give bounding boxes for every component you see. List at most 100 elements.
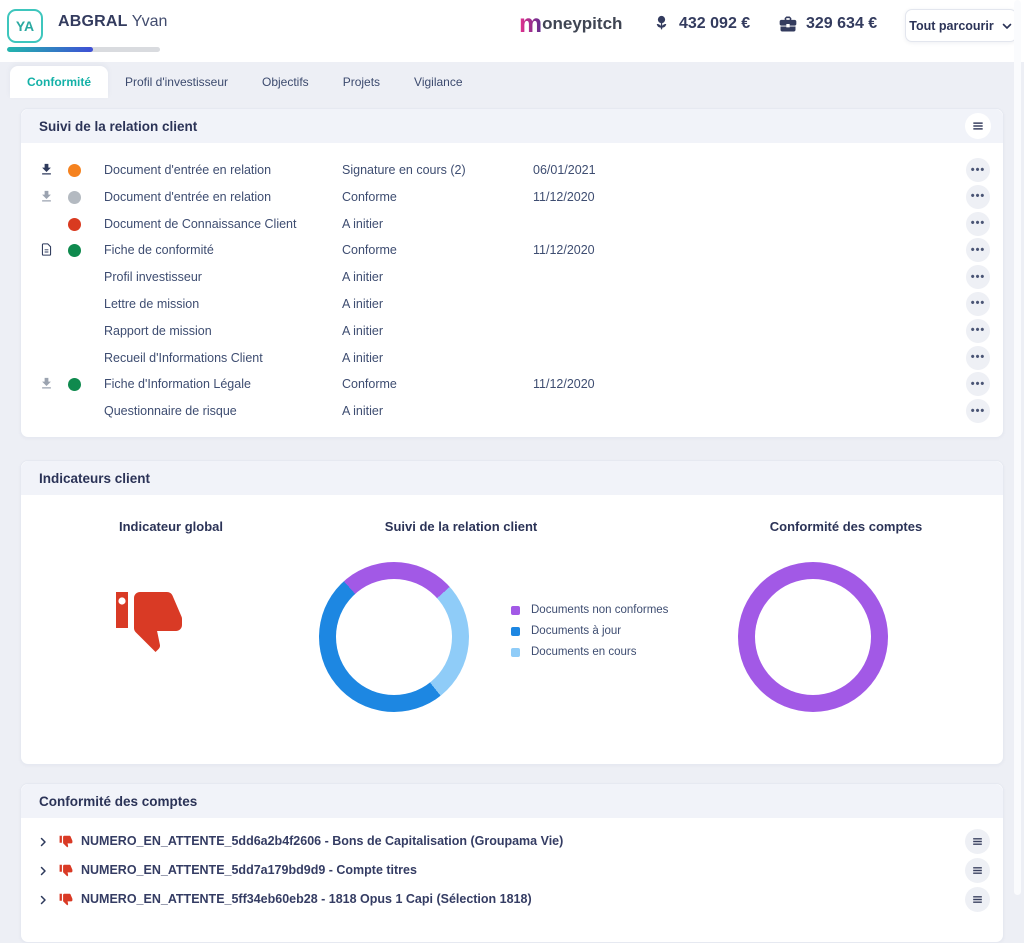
row-actions-button[interactable]: •••	[966, 265, 990, 289]
download-icon[interactable]	[39, 376, 54, 396]
chevron-right-icon[interactable]	[37, 835, 49, 853]
relation-panel: Suivi de la relation client Document d'e…	[20, 108, 1004, 438]
document-label[interactable]: Recueil d'Informations Client	[104, 351, 263, 365]
account-menu-button[interactable]	[965, 858, 990, 883]
document-status: Conforme	[342, 190, 397, 204]
account-menu-button[interactable]	[965, 829, 990, 854]
client-first-name: Yvan	[132, 13, 168, 30]
table-row: Rapport de mission A initier •••	[21, 318, 1003, 345]
legend-label: Documents à jour	[531, 625, 621, 637]
profile-completion-fill	[7, 47, 93, 52]
tab-bar: Conformité Profil d'investisseur Objecti…	[10, 66, 480, 98]
tab-objectifs[interactable]: Objectifs	[245, 66, 326, 98]
tab-conformite[interactable]: Conformité	[10, 66, 108, 98]
download-icon[interactable]	[39, 189, 54, 209]
table-row: Document d'entrée en relation Signature …	[21, 157, 1003, 184]
document-label[interactable]: Profil investisseur	[104, 270, 202, 284]
account-label[interactable]: NUMERO_EN_ATTENTE_5dd6a2b4f2606 - Bons d…	[81, 834, 563, 848]
thumb-down-icon	[59, 863, 73, 882]
row-actions-button[interactable]: •••	[966, 292, 990, 316]
document-label[interactable]: Document d'entrée en relation	[104, 163, 271, 177]
legend-swatch-a-jour	[511, 627, 520, 636]
document-label[interactable]: Document de Connaissance Client	[104, 217, 296, 231]
document-label[interactable]: Lettre de mission	[104, 297, 199, 311]
status-dot	[68, 378, 81, 391]
tab-projets[interactable]: Projets	[326, 66, 397, 98]
accounts-donut-chart	[738, 562, 888, 712]
document-label[interactable]: Rapport de mission	[104, 324, 212, 338]
table-row: Document d'entrée en relation Conforme 1…	[21, 184, 1003, 211]
financial-total: 329 634 €	[778, 14, 877, 34]
document-date: 11/12/2020	[533, 243, 595, 257]
chevron-right-icon[interactable]	[37, 893, 49, 911]
table-row: Fiche d'Information Légale Conforme 11/1…	[21, 371, 1003, 398]
document-label[interactable]: Document d'entrée en relation	[104, 190, 271, 204]
status-dot	[68, 244, 81, 257]
indicators-panel-title: Indicateurs client	[39, 471, 150, 486]
table-row: Fiche de conformité Conforme 11/12/2020 …	[21, 237, 1003, 264]
chevron-down-icon	[1001, 20, 1013, 32]
legend-label: Documents en cours	[531, 646, 636, 658]
thumb-down-icon	[113, 583, 185, 660]
row-actions-button[interactable]: •••	[966, 372, 990, 396]
status-dot	[68, 191, 81, 204]
ellipsis-icon: •••	[971, 245, 986, 256]
download-icon[interactable]	[39, 162, 54, 182]
table-row: Profil investisseur A initier •••	[21, 264, 1003, 291]
ellipsis-icon: •••	[971, 218, 986, 229]
document-label[interactable]: Questionnaire de risque	[104, 404, 237, 418]
row-actions-button[interactable]: •••	[966, 346, 990, 370]
document-status: A initier	[342, 351, 383, 365]
tab-vigilance[interactable]: Vigilance	[397, 66, 479, 98]
briefcase-icon	[778, 14, 798, 34]
row-actions-button[interactable]: •••	[966, 319, 990, 343]
document-label[interactable]: Fiche d'Information Légale	[104, 377, 251, 391]
panel-menu-button[interactable]	[965, 113, 991, 139]
hamburger-icon	[971, 119, 985, 133]
seedling-coin-icon	[652, 14, 671, 33]
legend-item: Documents non conformes	[511, 604, 668, 616]
accounts-rows: NUMERO_EN_ATTENTE_5dd6a2b4f2606 - Bons d…	[21, 818, 1003, 914]
account-label[interactable]: NUMERO_EN_ATTENTE_5dd7a179bd9d9 - Compte…	[81, 863, 417, 877]
row-actions-button[interactable]: •••	[966, 399, 990, 423]
account-menu-button[interactable]	[965, 887, 990, 912]
row-actions-button[interactable]: •••	[966, 185, 990, 209]
ellipsis-icon: •••	[971, 191, 986, 202]
document-file-icon[interactable]	[39, 242, 54, 262]
document-status: A initier	[342, 324, 383, 338]
account-label[interactable]: NUMERO_EN_ATTENTE_5ff34eb60eb28 - 1818 O…	[81, 892, 532, 906]
ellipsis-icon: •••	[971, 379, 986, 390]
account-row: NUMERO_EN_ATTENTE_5dd7a179bd9d9 - Compte…	[21, 856, 1003, 885]
hamburger-icon	[971, 864, 984, 877]
browse-all-label: Tout parcourir	[909, 19, 994, 33]
table-row: Questionnaire de risque A initier •••	[21, 398, 1003, 425]
chevron-right-icon[interactable]	[37, 864, 49, 882]
wealth-amount: 432 092 €	[679, 15, 750, 33]
ellipsis-icon: •••	[971, 165, 986, 176]
row-actions-button[interactable]: •••	[966, 212, 990, 236]
table-row: Lettre de mission A initier •••	[21, 291, 1003, 318]
document-status: A initier	[342, 297, 383, 311]
document-status: Conforme	[342, 377, 397, 391]
document-status: Signature en cours (2)	[342, 163, 466, 177]
tab-profil-investisseur[interactable]: Profil d'investisseur	[108, 66, 245, 98]
document-status: A initier	[342, 404, 383, 418]
accounts-panel: Conformité des comptes NUMERO_EN_ATTENTE…	[20, 783, 1004, 943]
page-scrollbar[interactable]	[1014, 0, 1021, 895]
ellipsis-icon: •••	[971, 406, 986, 417]
document-date: 06/01/2021	[533, 163, 596, 177]
financial-amount: 329 634 €	[806, 15, 877, 33]
row-actions-button[interactable]: •••	[966, 238, 990, 262]
table-row: Recueil d'Informations Client A initier …	[21, 345, 1003, 372]
legend-label: Documents non conformes	[531, 604, 668, 616]
browse-all-button[interactable]: Tout parcourir	[905, 9, 1017, 42]
document-label[interactable]: Fiche de conformité	[104, 243, 214, 257]
row-actions-button[interactable]: •••	[966, 158, 990, 182]
relation-panel-title: Suivi de la relation client	[39, 119, 197, 134]
legend-item: Documents à jour	[511, 625, 668, 637]
legend-swatch-en-cours	[511, 648, 520, 657]
table-row: Document de Connaissance Client A initie…	[21, 211, 1003, 238]
relation-donut-chart	[319, 562, 469, 712]
avatar[interactable]: YA	[7, 9, 43, 43]
document-status: Conforme	[342, 243, 397, 257]
